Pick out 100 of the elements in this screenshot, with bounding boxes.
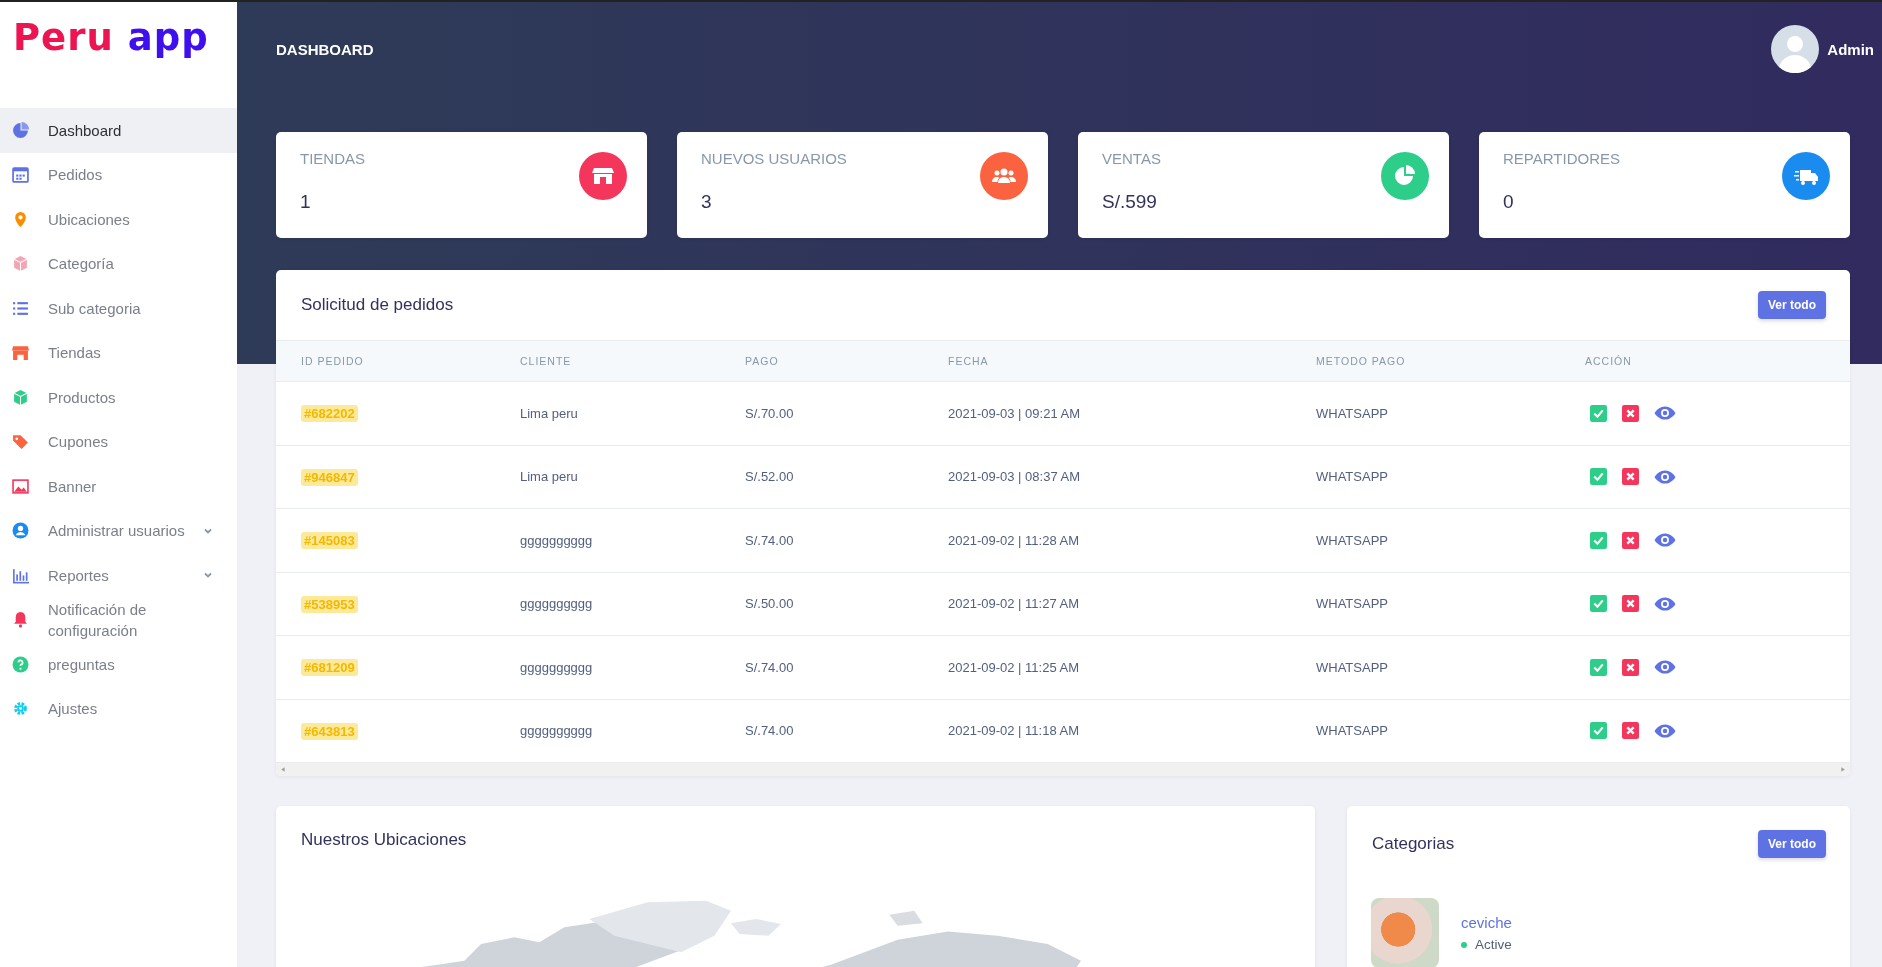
status-text: Active bbox=[1475, 937, 1512, 952]
table-cell-text: S/.74.00 bbox=[745, 532, 795, 548]
view-all-button[interactable]: Ver todo bbox=[1758, 830, 1826, 858]
table-cell-text: 2021-09-03 | 08:37 AM bbox=[948, 469, 1082, 485]
page-title: DASHBOARD bbox=[276, 40, 374, 58]
stat-value: 3 bbox=[701, 191, 713, 213]
table-cell-text: 2021-09-02 | 11:25 AM bbox=[948, 659, 1081, 675]
map-pin-icon bbox=[12, 210, 29, 228]
table-cell-text: WHATSAPP bbox=[1316, 532, 1389, 548]
question-icon bbox=[12, 655, 29, 673]
table-cell-text: Lima peru bbox=[520, 405, 579, 421]
check-icon[interactable] bbox=[1590, 722, 1607, 740]
table-cell-text: S/.74.00 bbox=[745, 723, 795, 739]
sidebar-item[interactable]: Notificación de configuración bbox=[0, 597, 237, 642]
close-icon[interactable] bbox=[1622, 468, 1639, 486]
photo-placeholder bbox=[1371, 898, 1439, 967]
stat-label: VENTAS bbox=[1102, 150, 1161, 167]
check-icon[interactable] bbox=[1590, 595, 1607, 613]
column-header: ACCIÓN bbox=[1585, 355, 1633, 367]
table-cell-text: S/.70.00 bbox=[745, 405, 795, 421]
column-header: PAGO bbox=[745, 355, 780, 367]
stat-label: REPARTIDORES bbox=[1503, 150, 1620, 167]
user-name[interactable]: Admin bbox=[1827, 40, 1874, 58]
horizontal-scrollbar[interactable] bbox=[276, 763, 1850, 776]
box-icon bbox=[12, 255, 29, 273]
sidebar-item[interactable]: Categoría bbox=[0, 241, 237, 286]
table-cell-text: WHATSAPP bbox=[1316, 596, 1389, 612]
close-icon[interactable] bbox=[1622, 531, 1639, 549]
eye-icon[interactable] bbox=[1654, 405, 1676, 422]
table-cell-text: S/.52.00 bbox=[745, 469, 795, 485]
user-icon bbox=[12, 522, 29, 540]
status-dot bbox=[1461, 941, 1467, 948]
list-icon bbox=[12, 299, 29, 317]
sidebar-item[interactable]: Ubicaciones bbox=[0, 197, 237, 242]
close-icon[interactable] bbox=[1622, 658, 1639, 676]
sidebar-item[interactable]: Productos bbox=[0, 375, 237, 420]
eye-icon[interactable] bbox=[1654, 659, 1676, 676]
check-icon[interactable] bbox=[1590, 404, 1607, 422]
sidebar-item[interactable]: Dashboard bbox=[0, 108, 237, 153]
table-cell-text: S/.50.00 bbox=[745, 596, 795, 612]
check-icon[interactable] bbox=[1590, 468, 1607, 486]
sidebar-item[interactable]: Cupones bbox=[0, 419, 237, 464]
table-cell-text: gggggggggg bbox=[520, 532, 594, 548]
avatar-icon[interactable] bbox=[1771, 25, 1820, 73]
check-icon[interactable] bbox=[1590, 658, 1607, 676]
card-title: Solicitud de pedidos bbox=[301, 295, 454, 315]
card-title: Categorias bbox=[1372, 834, 1455, 854]
table-cell-text: WHATSAPP bbox=[1316, 659, 1389, 675]
card-title: Nuestros Ubicaciones bbox=[301, 830, 468, 850]
app-logo[interactable]: Peru app bbox=[0, 2, 209, 92]
eye-icon[interactable] bbox=[1654, 722, 1676, 739]
gear-icon bbox=[12, 700, 29, 718]
sidebar-item[interactable]: Reportes bbox=[0, 553, 237, 598]
column-header: ID PEDIDO bbox=[301, 355, 365, 367]
stat-value: S/.599 bbox=[1102, 191, 1158, 213]
close-icon[interactable] bbox=[1622, 595, 1639, 613]
stat-label: TIENDAS bbox=[300, 150, 365, 167]
table-cell-text: WHATSAPP bbox=[1316, 405, 1389, 421]
calendar-icon bbox=[12, 166, 29, 184]
box-icon bbox=[12, 388, 29, 406]
sidebar-item[interactable]: Pedidos bbox=[0, 152, 237, 197]
store-icon bbox=[12, 344, 29, 362]
table-cell-text: 2021-09-02 | 11:28 AM bbox=[948, 532, 1081, 548]
scroll-right-icon[interactable] bbox=[1839, 766, 1846, 773]
table-cell-text: 2021-09-02 | 11:27 AM bbox=[948, 596, 1081, 612]
table-cell-text: WHATSAPP bbox=[1316, 469, 1389, 485]
sidebar-item[interactable]: preguntas bbox=[0, 642, 237, 687]
eye-icon[interactable] bbox=[1654, 532, 1676, 549]
sidebar-item[interactable]: Administrar usuarios bbox=[0, 508, 237, 553]
bar-chart-icon bbox=[12, 566, 29, 584]
check-icon[interactable] bbox=[1590, 531, 1607, 549]
table-cell-text: gggggggggg bbox=[520, 596, 594, 612]
image-icon bbox=[12, 477, 29, 495]
column-header: CLIENTE bbox=[520, 355, 573, 367]
view-all-button[interactable]: Ver todo bbox=[1758, 291, 1826, 319]
table-cell-text: gggggggggg bbox=[520, 659, 594, 675]
table-cell-text: 2021-09-02 | 11:18 AM bbox=[948, 723, 1081, 739]
bell-icon bbox=[12, 611, 29, 629]
sidebar-item[interactable]: Ajustes bbox=[0, 686, 237, 731]
scroll-left-icon[interactable] bbox=[280, 766, 287, 773]
tag-icon bbox=[12, 433, 29, 451]
stat-label: NUEVOS USUARIOS bbox=[701, 150, 847, 167]
table-cell-text: 2021-09-03 | 09:21 AM bbox=[948, 405, 1082, 421]
table-cell-text: WHATSAPP bbox=[1316, 723, 1389, 739]
sidebar-item[interactable]: Tiendas bbox=[0, 330, 237, 375]
stat-value: 0 bbox=[1503, 191, 1515, 213]
sidebar-item[interactable]: Sub categoria bbox=[0, 286, 237, 331]
eye-icon[interactable] bbox=[1654, 595, 1676, 612]
eye-icon[interactable] bbox=[1654, 468, 1676, 485]
stat-value: 1 bbox=[300, 191, 312, 213]
column-header: FECHA bbox=[948, 355, 990, 367]
close-icon[interactable] bbox=[1622, 722, 1639, 740]
table-cell-text: gggggggggg bbox=[520, 723, 594, 739]
close-icon[interactable] bbox=[1622, 404, 1639, 422]
sidebar-item[interactable]: Banner bbox=[0, 464, 237, 509]
table-cell-text: Lima peru bbox=[520, 469, 579, 485]
table-cell-text: S/.74.00 bbox=[745, 659, 795, 675]
column-header: METODO PAGO bbox=[1316, 355, 1407, 367]
pie-chart-icon bbox=[12, 121, 29, 139]
category-link[interactable]: ceviche bbox=[1461, 914, 1512, 931]
